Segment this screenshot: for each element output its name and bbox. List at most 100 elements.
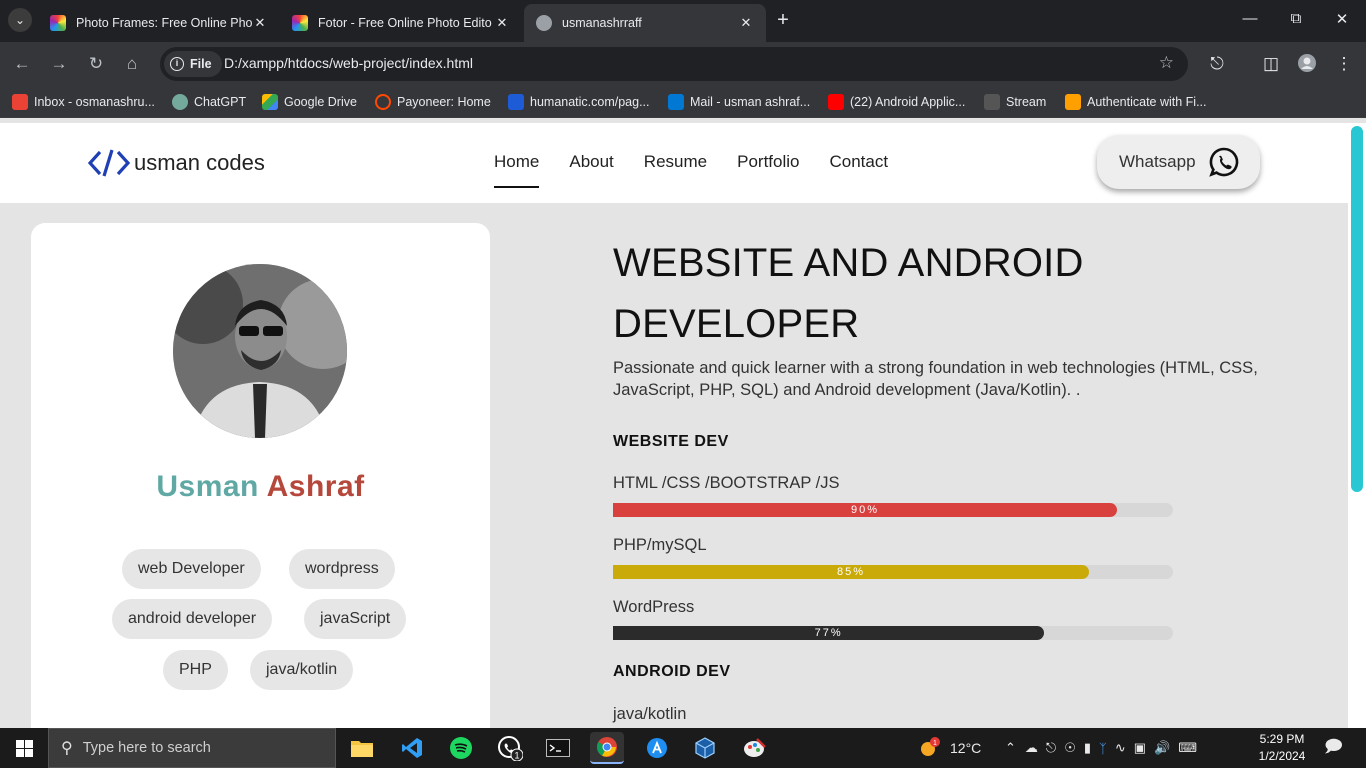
system-tray: ⌃ ☁ ⎋ ☉ ▮ ᛉ ∿ ▣ 🔊 ⌨ [1005, 728, 1197, 768]
skill-label: java/kotlin [613, 705, 687, 723]
site-logo[interactable]: usman codes [88, 147, 265, 179]
bookmark-chatgpt[interactable]: ChatGPT [172, 94, 246, 110]
battery-icon[interactable]: ▮ [1084, 740, 1091, 756]
reload-icon[interactable]: ↻ [84, 52, 108, 76]
nav-contact[interactable]: Contact [829, 152, 888, 187]
scheme-label: File [190, 57, 212, 71]
chatgpt-icon [172, 94, 188, 110]
profile-avatar-icon[interactable] [1296, 53, 1318, 79]
temperature-label: 12°C [950, 740, 982, 756]
restore-icon[interactable]: ⧉ [1286, 10, 1306, 27]
bookmark-stream[interactable]: Stream [984, 94, 1046, 110]
nav-resume[interactable]: Resume [644, 152, 707, 187]
bookmark-payoneer[interactable]: Payoneer: Home [375, 94, 491, 110]
payoneer-icon [375, 94, 391, 110]
code-brackets-icon [88, 149, 131, 177]
show-hidden-icons-icon[interactable]: ⌃ [1005, 740, 1016, 756]
virtualbox-icon[interactable] [688, 732, 722, 764]
weather-widget[interactable]: 1 12°C [918, 728, 981, 768]
side-panel-icon[interactable]: ◫ [1260, 53, 1282, 75]
bookmark-label: Payoneer: Home [397, 95, 491, 109]
fotor-favicon-icon [292, 15, 308, 31]
meet-now-icon[interactable]: ☉ [1064, 740, 1076, 756]
browser-tab-usmanashrraff[interactable]: usmanashrraff ✕ [524, 4, 766, 42]
home-icon[interactable]: ⌂ [120, 52, 144, 76]
vscode-icon[interactable] [395, 732, 429, 764]
windows-taskbar: ⚲ Type here to search 1 1 12°C ⌃ ☁ ⎋ ☉ ▮… [0, 728, 1366, 768]
chrome-icon[interactable] [590, 732, 624, 764]
windows-start-button[interactable] [0, 728, 48, 768]
bookmarks-bar: Inbox - osmanashru... ChatGPT Google Dri… [0, 86, 1366, 118]
profile-name: Usman Ashraf [31, 470, 490, 504]
forward-icon[interactable]: → [47, 52, 71, 76]
browser-tab-strip: ⌄ Photo Frames: Free Online Phot ✕ Fotor… [0, 0, 1366, 42]
taskbar-clock[interactable]: 5:29 PM 1/2/2024 [1244, 731, 1320, 765]
whatsapp-app-icon[interactable]: 1 [493, 732, 527, 764]
tab-title: usmanashrraff [562, 16, 642, 30]
spotify-icon[interactable] [444, 732, 478, 764]
address-bar[interactable]: i File D:/xampp/htdocs/web-project/index… [160, 47, 1188, 81]
close-tab-icon[interactable]: ✕ [494, 15, 510, 31]
app-store-icon[interactable] [640, 732, 674, 764]
section-heading-website-dev: WEBSITE DEV [613, 433, 729, 450]
bluetooth-icon[interactable]: ᛉ [1099, 741, 1107, 756]
hero-title: WEBSITE AND ANDROID DEVELOPER [613, 241, 1084, 346]
bookmark-label: Google Drive [284, 95, 357, 109]
skill-bar-fill: 90% [613, 503, 1117, 517]
keyboard-icon[interactable]: ⌨ [1178, 740, 1197, 756]
wifi-icon[interactable]: ∿ [1115, 740, 1126, 756]
bookmark-youtube[interactable]: (22) Android Applic... [828, 94, 965, 110]
page-scrollbar[interactable] [1348, 123, 1366, 728]
browser-tab-photo-frames[interactable]: Photo Frames: Free Online Phot ✕ [38, 4, 280, 42]
nav-about[interactable]: About [569, 152, 613, 187]
main-nav: Home About Resume Portfolio Contact [494, 152, 918, 188]
extensions-icon[interactable]: ⎋ [1206, 53, 1228, 75]
close-tab-icon[interactable]: ✕ [738, 15, 754, 31]
bookmark-outlook[interactable]: Mail - usman ashraf... [668, 94, 810, 110]
scrollbar-thumb[interactable] [1351, 126, 1363, 492]
bookmark-firebase[interactable]: Authenticate with Fi... [1065, 94, 1207, 110]
volume-icon[interactable]: 🔊 [1154, 740, 1170, 756]
onedrive-icon[interactable]: ☁ [1025, 740, 1038, 756]
nav-home[interactable]: Home [494, 152, 540, 188]
whatsapp-label: Whatsapp [1119, 152, 1196, 171]
skill-tag: android developer [112, 599, 273, 639]
skill-bar: 90% [613, 503, 1173, 517]
skill-tag: java/kotlin [250, 650, 354, 690]
back-icon[interactable]: ← [10, 52, 34, 76]
paint-icon[interactable] [738, 732, 772, 764]
close-window-icon[interactable]: ✕ [1332, 10, 1352, 28]
network-icon[interactable]: ▣ [1134, 740, 1146, 756]
bookmark-star-icon[interactable]: ☆ [1159, 53, 1174, 73]
weather-badge: 1 [933, 740, 937, 747]
terminal-icon[interactable] [541, 732, 575, 764]
skill-tag: wordpress [289, 549, 395, 589]
tab-title: Fotor - Free Online Photo Edito [318, 16, 492, 30]
site-info-chip[interactable]: i File [164, 51, 222, 77]
close-tab-icon[interactable]: ✕ [252, 15, 268, 31]
tab-search-button[interactable]: ⌄ [8, 8, 32, 32]
bookmark-google-drive[interactable]: Google Drive [262, 94, 357, 110]
skill-tag: PHP [163, 650, 228, 690]
new-tab-button[interactable]: + [772, 10, 794, 30]
skill-bar-fill: 85% [613, 565, 1089, 579]
kebab-menu-icon[interactable]: ⋮ [1333, 53, 1355, 75]
gmail-icon [12, 94, 28, 110]
nav-portfolio[interactable]: Portfolio [737, 152, 799, 187]
drive-icon [262, 94, 278, 110]
url-text[interactable]: D:/xampp/htdocs/web-project/index.html [224, 55, 473, 71]
section-heading-android-dev: ANDROID DEV [613, 663, 731, 680]
browser-toolbar: ← → ↻ ⌂ i File D:/xampp/htdocs/web-proje… [0, 42, 1366, 86]
whatsapp-button[interactable]: Whatsapp [1097, 135, 1260, 189]
browser-tab-fotor[interactable]: Fotor - Free Online Photo Edito ✕ [280, 4, 522, 42]
bookmark-gmail[interactable]: Inbox - osmanashru... [12, 94, 155, 110]
file-explorer-icon[interactable] [345, 732, 379, 764]
usb-icon[interactable]: ⎋ [1046, 740, 1056, 756]
humanatic-icon [508, 94, 524, 110]
bookmark-humanatic[interactable]: humanatic.com/pag... [508, 94, 650, 110]
minimize-icon[interactable]: — [1240, 10, 1260, 27]
taskbar-search-box[interactable]: ⚲ Type here to search [48, 728, 336, 768]
profile-avatar [173, 264, 347, 438]
fotor-favicon-icon [50, 15, 66, 31]
notifications-icon[interactable]: 🗩 [1324, 728, 1343, 768]
